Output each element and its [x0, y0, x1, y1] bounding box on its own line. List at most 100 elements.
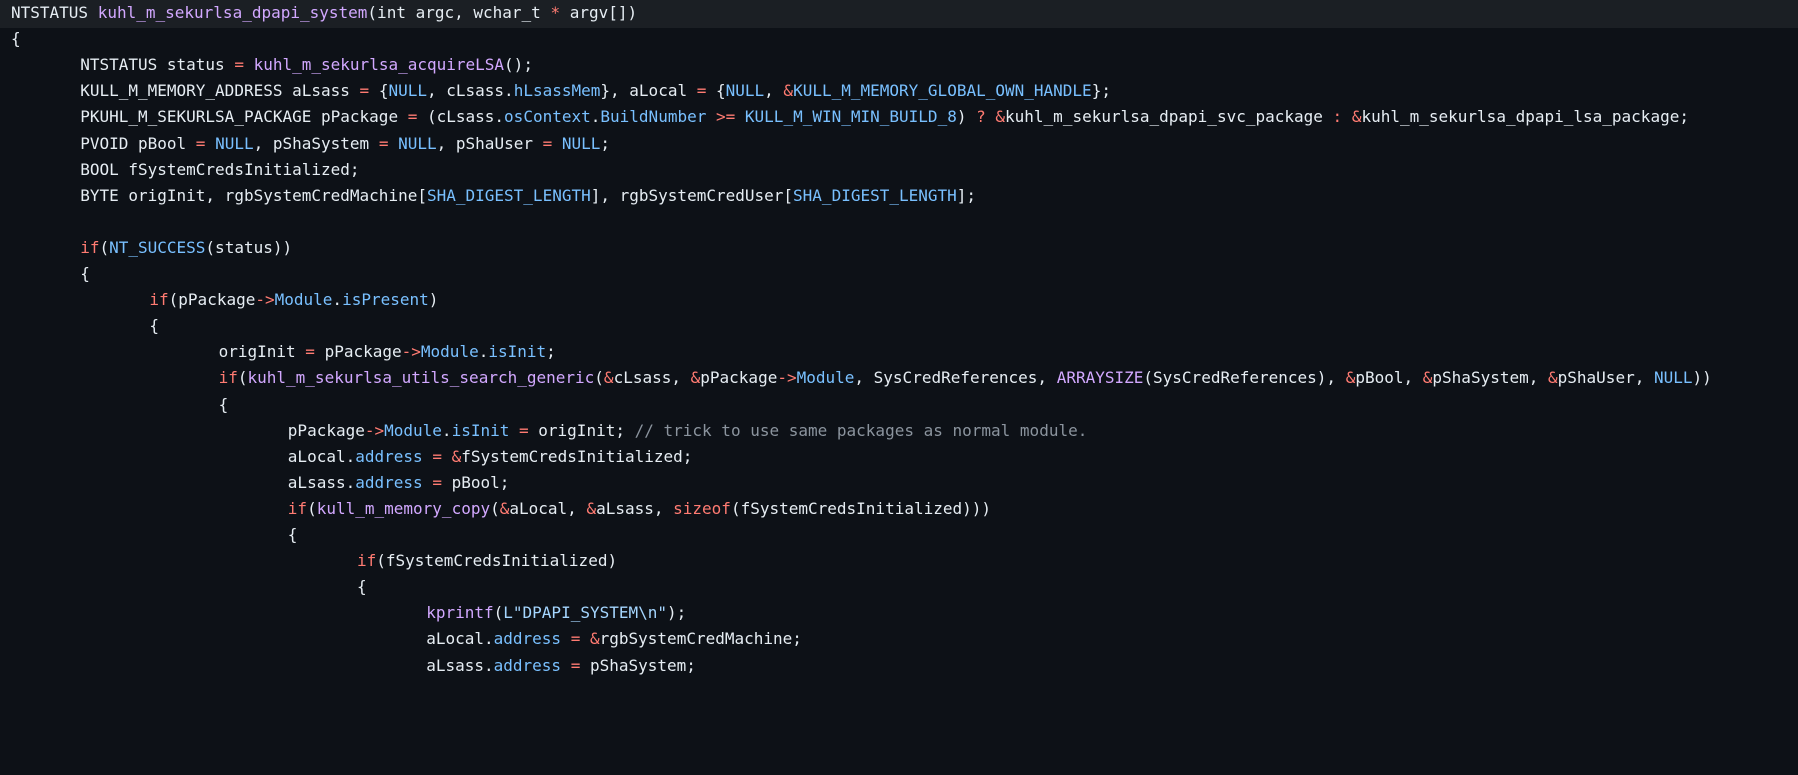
code-token: ]; — [956, 185, 977, 205]
code-token: ( — [307, 498, 317, 518]
code-token: = — [696, 81, 707, 101]
code-token: PKUHL_M_SEKURLSA_PACKAGE pPackage — [80, 107, 408, 127]
code-token: = — [432, 472, 442, 492]
code-token: origInit — [218, 342, 306, 362]
code-token: NTSTATUS status — [80, 55, 235, 75]
code-token: NULL — [388, 81, 427, 101]
code-token: aLocal. — [426, 629, 494, 649]
code-token: , cLsass. — [426, 81, 514, 101]
code-token: & — [1422, 368, 1433, 388]
code-token: ( — [493, 603, 504, 623]
code-token: kuhl_m_sekurlsa_dpapi_system — [97, 3, 368, 22]
code-token: KULL_M_MEMORY_ADDRESS aLsass — [80, 81, 360, 101]
code-token: & — [690, 368, 701, 388]
code-token: & — [586, 498, 597, 518]
code-token: if — [80, 237, 100, 257]
code-token: (int argc, wchar_t — [367, 3, 551, 22]
code-token: , — [764, 81, 784, 101]
code-token: )) — [1692, 368, 1712, 388]
code-view[interactable]: NTSTATUS kuhl_m_sekurlsa_dpapi_system(in… — [0, 0, 1798, 775]
code-token: >= — [716, 107, 736, 127]
code-token: = — [432, 446, 442, 466]
code-token: kuhl_m_sekurlsa_dpapi_lsa_package; — [1361, 107, 1689, 127]
code-token: (status)) — [205, 237, 293, 257]
code-token: (pPackage — [168, 290, 256, 310]
code-line: aLsass.address = pShaSystem; — [0, 651, 1798, 681]
code-token: address — [355, 472, 423, 492]
code-token: kuhl_m_sekurlsa_utils_search_generic — [247, 368, 595, 388]
code-token: L"DPAPI_SYSTEM\n" — [503, 603, 668, 623]
code-token: fSystemCredsInitialized; — [461, 446, 693, 466]
code-token: NULL — [215, 133, 254, 153]
code-token: ], rgbSystemCredUser[ — [590, 185, 794, 205]
code-token: { — [80, 264, 90, 283]
code-token: = — [570, 655, 581, 675]
code-token: { — [11, 29, 21, 49]
code-token: -> — [364, 420, 385, 440]
code-token: ); — [667, 603, 687, 623]
code-token: . — [332, 290, 343, 310]
code-token: NULL — [561, 133, 601, 153]
code-token: pPackage — [700, 368, 778, 388]
code-token: (fSystemCredsInitialized))) — [730, 498, 992, 518]
code-token: & — [499, 498, 510, 518]
code-token: isPresent — [342, 290, 429, 310]
code-token: hLsassMem — [513, 81, 601, 101]
code-token: pShaSystem, — [1432, 368, 1548, 388]
code-token: (cLsass. — [417, 107, 505, 127]
code-token: NULL — [398, 133, 437, 153]
code-token: KULL_M_MEMORY_GLOBAL_OWN_HANDLE — [793, 81, 1092, 101]
code-token: ( — [594, 368, 604, 388]
code-token: address — [355, 446, 423, 466]
code-token: , SysCredReferences, — [854, 368, 1057, 388]
code-token: (fSystemCredsInitialized) — [376, 551, 618, 571]
code-token: { — [218, 394, 229, 414]
code-token: BOOL fSystemCredsInitialized; — [80, 159, 360, 179]
code-token: & — [1548, 368, 1558, 388]
code-token: kuhl_m_sekurlsa_dpapi_svc_package — [1005, 107, 1333, 127]
code-token: . — [478, 342, 489, 362]
code-token: ; — [546, 342, 556, 362]
code-token: & — [995, 107, 1006, 127]
code-token: SHA_DIGEST_LENGTH — [426, 185, 591, 205]
code-token: NULL — [725, 81, 765, 101]
code-token: ; — [600, 133, 611, 153]
code-token: , pShaUser — [436, 133, 543, 153]
code-token: aLocal. — [287, 446, 356, 466]
code-token: cLsass, — [613, 368, 691, 388]
code-token: KULL_M_WIN_MIN_BUILD_8 — [744, 107, 957, 127]
code-token: pShaUser, — [1557, 368, 1654, 388]
code-token: aLsass. — [426, 655, 494, 675]
code-token: { — [149, 316, 160, 336]
code-token: & — [1351, 107, 1362, 127]
code-token: ? — [976, 107, 986, 127]
code-token: & — [589, 629, 600, 649]
code-token: isInit — [451, 420, 510, 440]
code-token: Module — [384, 420, 442, 440]
code-token: origInit; — [528, 420, 635, 440]
code-token: NULL — [1653, 368, 1693, 388]
code-token: pBool; — [441, 472, 510, 492]
code-token: isInit — [488, 342, 547, 362]
code-token: aLsass. — [287, 472, 356, 492]
code-token: address — [493, 655, 562, 675]
code-token: = — [305, 342, 315, 362]
code-token: }, aLocal — [600, 81, 697, 101]
code-token: pPackage — [287, 420, 365, 440]
code-token: & — [603, 368, 614, 388]
code-token: Module — [420, 342, 479, 362]
code-token: = — [195, 133, 206, 153]
code-token: argv[]) — [560, 3, 638, 22]
code-token: = — [359, 81, 370, 101]
code-token: -> — [401, 342, 421, 362]
code-token: = — [570, 629, 581, 649]
code-token: ( — [237, 368, 248, 388]
code-token: = — [407, 107, 418, 127]
code-token: kull_m_memory_copy — [316, 498, 491, 518]
